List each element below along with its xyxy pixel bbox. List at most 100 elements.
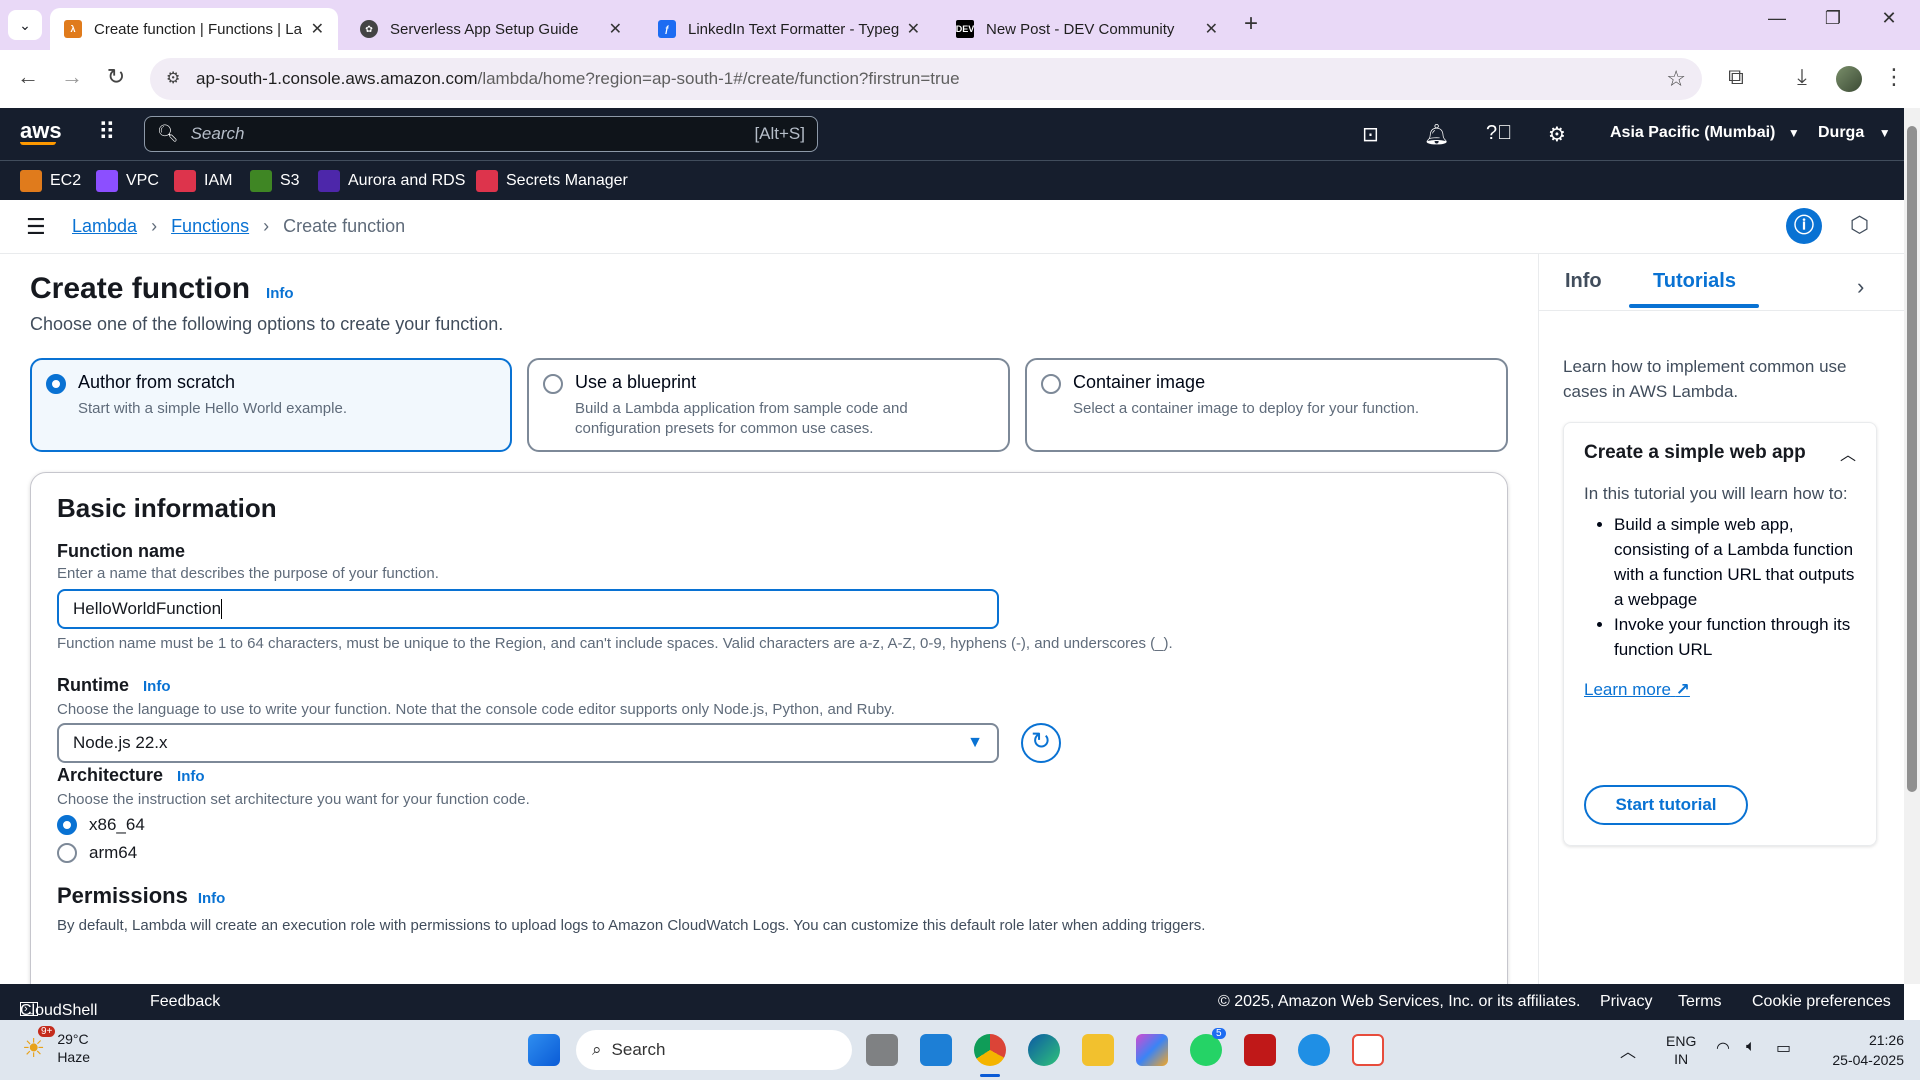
favorite-aurora-rds[interactable]: Aurora and RDS [318, 170, 465, 192]
address-bar[interactable]: ⚙ ap-south-1.console.aws.amazon.com/lamb… [150, 58, 1702, 100]
store-icon[interactable] [1352, 1034, 1384, 1066]
myhp-icon[interactable] [920, 1034, 952, 1066]
copyright-text: © 2025, Amazon Web Services, Inc. or its… [1218, 993, 1581, 1010]
close-icon[interactable]: ✕ [907, 19, 920, 39]
minimize-icon[interactable]: — [1754, 8, 1800, 29]
page-info-link[interactable]: Info [266, 285, 294, 302]
favorite-iam[interactable]: IAM [174, 170, 232, 192]
language-indicator[interactable]: ENG IN [1666, 1032, 1696, 1068]
tutorial-header[interactable]: Create a simple web app ︿ [1584, 441, 1856, 465]
scrollbar-thumb[interactable] [1907, 126, 1917, 792]
wifi-icon[interactable]: ◠ [1716, 1038, 1730, 1058]
tab-tutorials[interactable]: Tutorials [1653, 270, 1736, 293]
option-author-from-scratch[interactable]: Author from scratch Start with a simple … [30, 358, 512, 452]
extensions-icon[interactable]: ⧉ [1720, 64, 1752, 90]
gear-icon[interactable]: ⚙ [1548, 122, 1566, 147]
edge-icon[interactable] [1028, 1034, 1060, 1066]
arch-option-x86[interactable]: x86_64 [57, 815, 145, 835]
help-app-icon[interactable] [1298, 1034, 1330, 1066]
permissions-info-link[interactable]: Info [198, 890, 226, 907]
mcafee-icon[interactable] [1244, 1034, 1276, 1066]
architecture-info-link[interactable]: Info [177, 768, 205, 785]
cookie-preferences-link[interactable]: Cookie preferences [1752, 993, 1891, 1011]
clock[interactable]: 21:26 25-04-2025 [1812, 1030, 1904, 1070]
hamburger-menu-icon[interactable]: ☰ [26, 214, 46, 240]
page-scrollbar[interactable] [1904, 108, 1920, 984]
download-icon[interactable]: ⤓ [1786, 64, 1818, 90]
option-use-blueprint[interactable]: Use a blueprint Build a Lambda applicati… [527, 358, 1010, 452]
breadcrumb-lambda[interactable]: Lambda [72, 216, 137, 237]
task-view-icon[interactable] [866, 1034, 898, 1066]
tab-serverless-guide[interactable]: ✿ Serverless App Setup Guide ✕ [346, 8, 636, 50]
favorite-label: Aurora and RDS [348, 172, 466, 189]
close-icon[interactable]: ✕ [609, 19, 622, 39]
settings-shield-icon[interactable]: ⬡ [1850, 212, 1869, 238]
tab-dev-community[interactable]: DEV New Post - DEV Community ✕ [942, 8, 1232, 50]
tab-linkedin-formatter[interactable]: ƒ LinkedIn Text Formatter - Typeg ✕ [644, 8, 934, 50]
taskbar-search[interactable]: ⌕ Search [576, 1030, 852, 1070]
function-name-label: Function name [57, 541, 186, 561]
feedback-link[interactable]: Feedback [150, 993, 220, 1011]
learn-more-link[interactable]: Learn more ↗ [1584, 680, 1856, 700]
forward-icon[interactable]: → [56, 64, 88, 90]
start-tutorial-button[interactable]: Start tutorial [1584, 785, 1748, 825]
new-tab-button[interactable]: + [1244, 10, 1258, 38]
chrome-icon[interactable] [974, 1034, 1006, 1066]
privacy-link[interactable]: Privacy [1600, 993, 1652, 1011]
terms-link[interactable]: Terms [1678, 993, 1722, 1011]
text-cursor [221, 599, 223, 619]
back-icon[interactable]: ← [12, 64, 44, 90]
favorite-secrets-manager[interactable]: Secrets Manager [476, 170, 628, 192]
close-icon[interactable]: ✕ [311, 19, 324, 39]
windows-taskbar: ☀ 9+ 29°C Haze ⌕ Search 5 ︿ ENG IN ◠ 🔈︎ … [0, 1020, 1920, 1080]
favorite-s3[interactable]: S3 [250, 170, 300, 192]
reload-icon[interactable]: ↻ [100, 64, 132, 90]
taskbar-search-label: Search [611, 1040, 666, 1059]
close-icon[interactable]: ✕ [1205, 19, 1218, 39]
favorite-ec2[interactable]: EC2 [20, 170, 81, 192]
chevron-right-icon[interactable]: › [1857, 274, 1864, 300]
restore-icon[interactable]: ❐ [1810, 8, 1856, 29]
windows-start-icon[interactable] [528, 1034, 560, 1066]
help-icon[interactable]: ?⃝ [1486, 122, 1512, 145]
account-menu[interactable]: Durga ▼ [1818, 124, 1891, 142]
main-content: Create function Info Choose one of the f… [0, 254, 1538, 1032]
tray-overflow-icon[interactable]: ︿ [1620, 1038, 1636, 1062]
arch-label: arm64 [89, 843, 138, 862]
close-window-icon[interactable]: ✕ [1866, 8, 1912, 29]
weather-widget[interactable]: ☀ 9+ 29°C Haze [22, 1026, 90, 1066]
function-name-input[interactable]: HelloWorldFunction [57, 589, 999, 629]
tab-create-function[interactable]: λ Create function | Functions | La ✕ [50, 8, 338, 50]
favorite-vpc[interactable]: VPC [96, 170, 159, 192]
option-container-image[interactable]: Container image Select a container image… [1025, 358, 1508, 452]
region-selector[interactable]: Asia Pacific (Mumbai) ▼ [1610, 124, 1800, 142]
profile-avatar[interactable] [1836, 66, 1862, 92]
dev-icon: DEV [956, 20, 974, 38]
star-icon[interactable]: ☆ [1666, 66, 1686, 92]
cloudshell-icon[interactable]: ⊡ [1362, 122, 1379, 147]
refresh-runtime-button[interactable]: ↻ [1021, 723, 1061, 763]
battery-icon[interactable]: ▭ [1776, 1038, 1791, 1058]
volume-icon[interactable]: 🔈︎ [1746, 1038, 1756, 1056]
account-name: Durga [1818, 124, 1865, 141]
tab-title: LinkedIn Text Formatter - Typeg [688, 20, 899, 38]
site-info-icon[interactable]: ⚙ [166, 68, 180, 88]
runtime-select[interactable]: Node.js 22.x ▼ [57, 723, 999, 763]
active-tab-indicator [1629, 304, 1759, 308]
panel-heading: Basic information [57, 493, 277, 523]
services-grid-icon[interactable]: ⠿ [98, 118, 116, 147]
tab-search-button[interactable]: ⌄ [8, 10, 42, 40]
menu-icon[interactable]: ⋮ [1878, 64, 1910, 90]
bell-icon[interactable]: 🔔︎ [1424, 122, 1449, 147]
file-explorer-icon[interactable] [1082, 1034, 1114, 1066]
runtime-info-link[interactable]: Info [143, 678, 171, 695]
region-label: Asia Pacific (Mumbai) [1610, 124, 1776, 141]
aws-logo[interactable]: aws [20, 118, 62, 145]
arch-option-arm64[interactable]: arm64 [57, 843, 137, 863]
copilot-icon[interactable] [1136, 1034, 1168, 1066]
tab-info[interactable]: Info [1565, 270, 1602, 293]
info-panel-icon[interactable]: ⓘ [1786, 208, 1822, 244]
aws-search-input[interactable]: 🔍︎ Search [Alt+S] [144, 116, 818, 152]
breadcrumb-functions[interactable]: Functions [171, 216, 249, 237]
external-link-icon: ↗ [1675, 680, 1690, 699]
